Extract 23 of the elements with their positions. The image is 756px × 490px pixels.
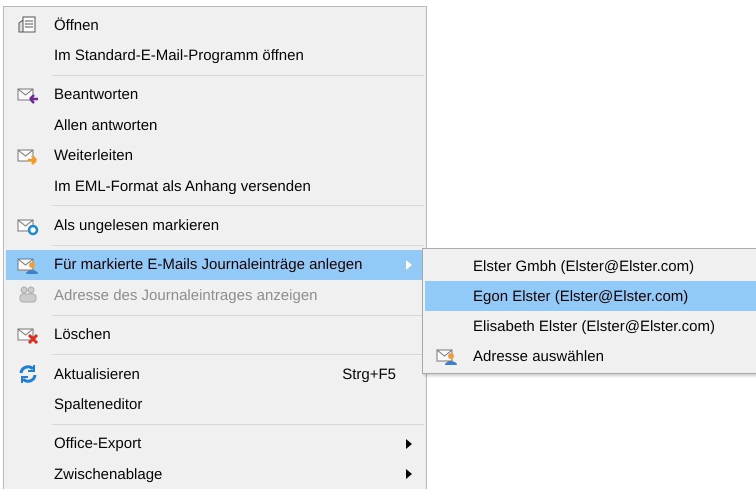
- menu-item[interactable]: Aktualisieren Strg+F5: [6, 358, 424, 390]
- menu-item[interactable]: Egon Elster (Elster@Elster.com): [425, 281, 756, 311]
- menu-item[interactable]: Spalteneditor: [6, 389, 424, 420]
- menu-item[interactable]: Elisabeth Elster (Elster@Elster.com): [425, 311, 756, 341]
- menu-item[interactable]: Beantworten: [6, 80, 424, 110]
- menu-item[interactable]: Löschen: [6, 320, 424, 350]
- shortcut-text: Strg+F5: [342, 366, 396, 383]
- menu-item[interactable]: Als ungelesen markieren: [6, 210, 424, 241]
- menu-item[interactable]: Weiterleiten: [6, 140, 424, 171]
- submenu-arrow-icon: [406, 260, 412, 270]
- menu-item[interactable]: Im EML-Format als Anhang versenden: [6, 170, 424, 202]
- refresh-icon: [17, 364, 39, 384]
- menu-item[interactable]: Im Standard-E-Mail-Programm öffnen: [6, 40, 424, 71]
- menu-item[interactable]: Elster Gmbh (Elster@Elster.com): [425, 251, 756, 281]
- menu-item[interactable]: Für markierte E-Mails Journaleinträge anlegen: [6, 250, 424, 280]
- submenu-arrow-icon: [406, 438, 412, 449]
- menu-item[interactable]: Office-Export: [6, 428, 424, 460]
- submenu-arrow-icon: [406, 469, 412, 480]
- people-icon: [17, 285, 39, 306]
- menu-item[interactable]: Adresse auswählen: [425, 341, 756, 371]
- menu-item[interactable]: Allen antworten: [6, 110, 424, 141]
- menu-item[interactable]: Zwischenablage: [6, 459, 424, 490]
- menu-item[interactable]: Öffnen: [6, 10, 424, 40]
